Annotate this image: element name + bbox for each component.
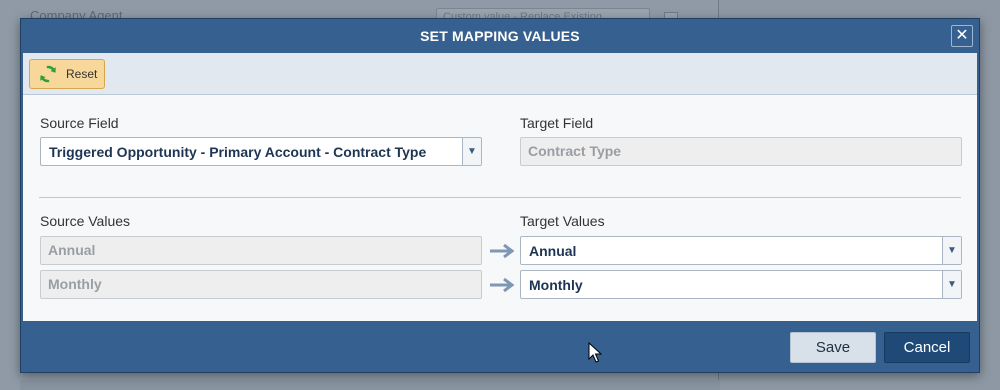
cancel-button[interactable]: Cancel bbox=[884, 332, 970, 363]
mouse-pointer-icon bbox=[588, 342, 602, 363]
arrow-right-icon bbox=[490, 244, 515, 258]
target-value-select[interactable]: Annual ▼ bbox=[520, 236, 962, 265]
target-value-text: Monthly bbox=[529, 276, 583, 293]
arrow-right-icon bbox=[490, 278, 515, 292]
source-value-field: Monthly bbox=[40, 270, 482, 299]
close-icon[interactable]: ✕ bbox=[951, 25, 973, 47]
dialog-title: SET MAPPING VALUES bbox=[420, 28, 580, 44]
target-field-label: Target Field bbox=[520, 115, 594, 131]
target-value-text: Annual bbox=[529, 242, 577, 259]
reset-button-label: Reset bbox=[66, 67, 98, 81]
target-values-label: Target Values bbox=[520, 213, 605, 229]
mapping-form: Source Field Triggered Opportunity - Pri… bbox=[23, 95, 977, 321]
target-field-input: Contract Type bbox=[520, 137, 962, 166]
target-value-select[interactable]: Monthly ▼ bbox=[520, 270, 962, 299]
section-divider bbox=[39, 197, 961, 198]
chevron-down-icon: ▼ bbox=[942, 271, 961, 298]
source-field-select[interactable]: Triggered Opportunity - Primary Account … bbox=[40, 137, 482, 166]
save-button[interactable]: Save bbox=[790, 332, 876, 363]
source-field-label: Source Field bbox=[40, 115, 119, 131]
source-values-label: Source Values bbox=[40, 213, 131, 229]
reset-button[interactable]: Reset bbox=[29, 59, 105, 89]
chevron-down-icon: ▼ bbox=[942, 237, 961, 264]
dialog-footer: Save Cancel bbox=[21, 321, 979, 373]
dialog-body: Reset Source Field Triggered Opportunity… bbox=[23, 53, 977, 321]
background-footer-strip bbox=[20, 380, 720, 390]
dialog-toolbar: Reset bbox=[23, 53, 977, 95]
source-field-value: Triggered Opportunity - Primary Account … bbox=[49, 143, 427, 160]
set-mapping-values-dialog: SET MAPPING VALUES ✕ Reset Source Field … bbox=[20, 18, 980, 373]
source-value-field: Annual bbox=[40, 236, 482, 265]
refresh-icon bbox=[40, 65, 56, 83]
chevron-down-icon: ▼ bbox=[462, 138, 481, 165]
